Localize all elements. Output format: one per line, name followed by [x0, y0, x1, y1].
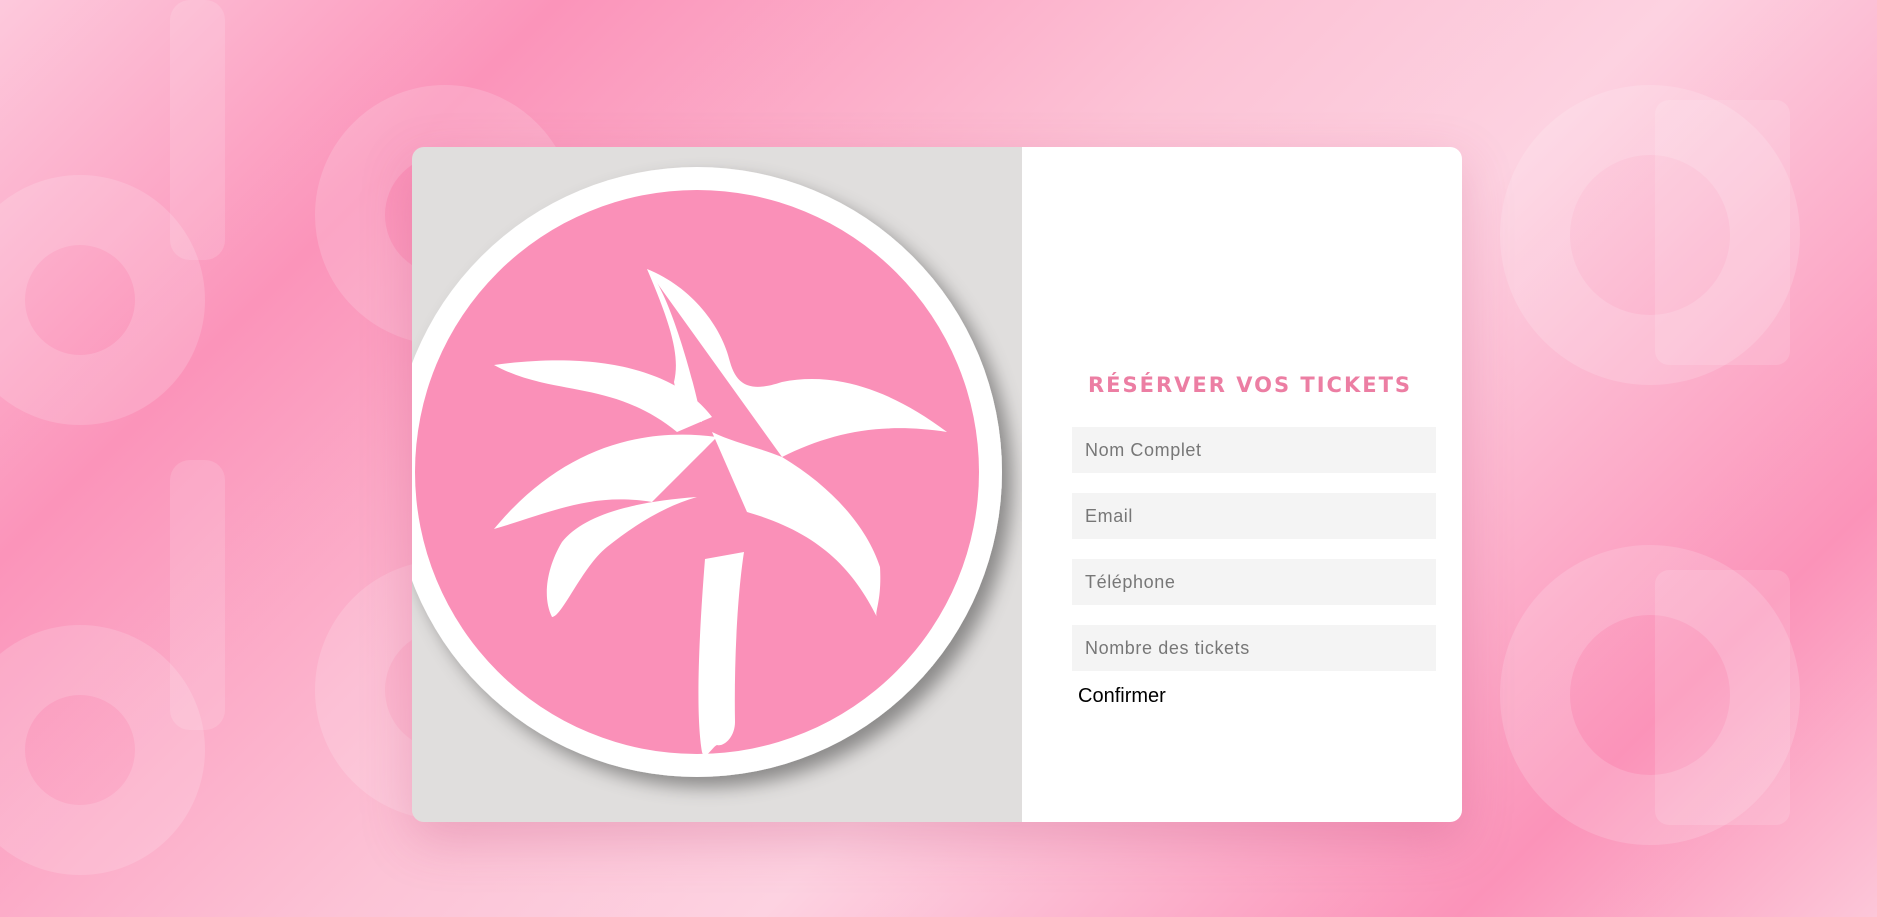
- booking-card: RÉSÉRVER VOS TICKETS Confirmer: [412, 147, 1462, 822]
- logo-panel: [412, 147, 1022, 822]
- phone-input[interactable]: [1072, 559, 1436, 605]
- full-name-input[interactable]: [1072, 427, 1436, 473]
- confirm-button[interactable]: Confirmer: [1078, 685, 1166, 708]
- ticket-count-input[interactable]: [1072, 625, 1436, 671]
- email-input[interactable]: [1072, 493, 1436, 539]
- booking-form-panel: RÉSÉRVER VOS TICKETS Confirmer: [1022, 147, 1462, 822]
- form-title-text: RÉSÉRVER VOS TICKETS: [1088, 373, 1413, 397]
- palm-tree-icon: [412, 167, 1002, 777]
